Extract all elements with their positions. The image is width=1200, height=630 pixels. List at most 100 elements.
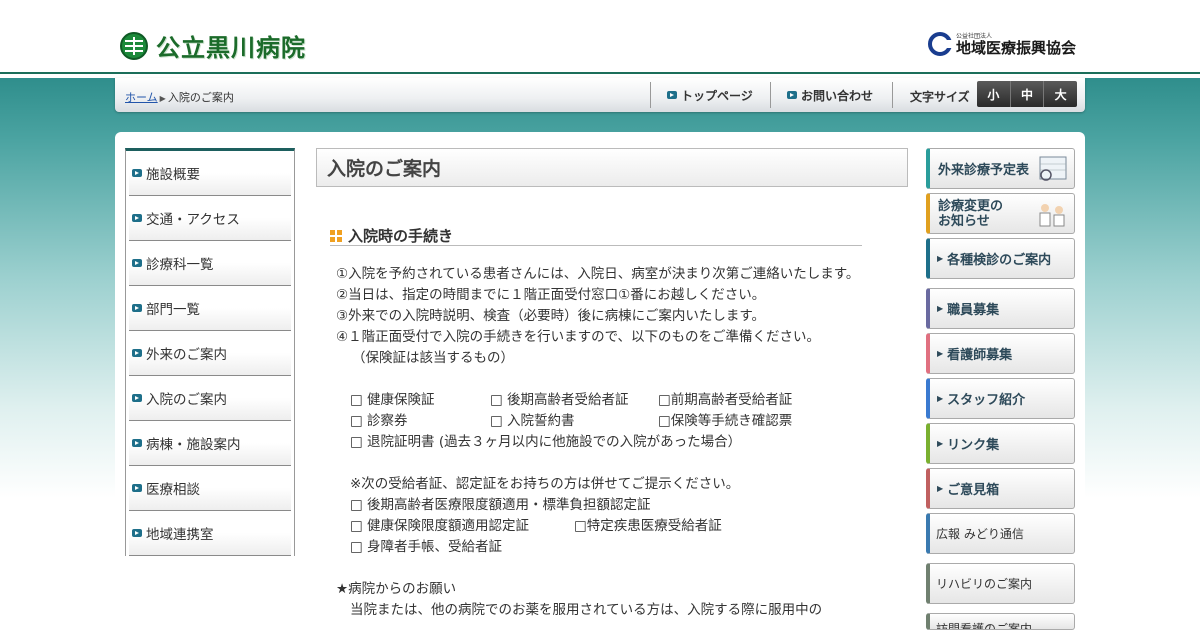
hospital-logo[interactable]: 公立黒川病院: [120, 28, 306, 63]
breadcrumb: ホーム ▶ 入院のご案内: [125, 89, 234, 105]
section-title: 入院時の手続き: [348, 227, 454, 245]
change-label-line1: 診療変更の: [938, 198, 1004, 214]
sidebar-item-regional[interactable]: 地域連携室: [129, 511, 291, 556]
step-3: ③外来での入院時説明、検査（必要時）後に病棟にご案内いたします。: [336, 308, 765, 324]
arrow-bullet-icon: [132, 484, 142, 492]
font-large-button[interactable]: 大: [1044, 81, 1077, 107]
schedule-banner[interactable]: 外来診療予定表: [926, 148, 1075, 189]
sidebar-item-label: 外来のご案内: [146, 347, 227, 363]
arrow-bullet-icon: [132, 214, 142, 222]
sidebar-item-departments[interactable]: 診療科一覧: [129, 241, 291, 286]
arrow-bullet-icon: [132, 349, 142, 357]
schedule-change-banner[interactable]: 診療変更の お知らせ: [926, 193, 1075, 234]
checkup-banner[interactable]: ▶ 各種検診のご案内: [926, 238, 1075, 279]
request-text: 当院または、他の病院でのお薬を服用されている方は、入院する際に服用中の: [350, 602, 823, 618]
top-page-label: トップページ: [681, 88, 753, 103]
sidebar-item-label: 入院のご案内: [146, 392, 227, 408]
newsletter-label: 広報 みどり通信: [936, 527, 1024, 541]
links-banner[interactable]: ▶ リンク集: [926, 423, 1075, 464]
rehab-label: リハビリのご案内: [936, 577, 1033, 591]
hospital-emblem-icon: [120, 31, 148, 60]
opinion-banner[interactable]: ▶ ご意見箱: [926, 468, 1075, 509]
step-1: ①入院を予約されている患者さんには、入院日、病室が決まり次第ご連絡いたします。: [336, 266, 860, 282]
org-name: 地域医療振興協会: [955, 38, 1076, 57]
arrow-bullet-icon: [132, 439, 142, 447]
stethoscope-icon: [1039, 156, 1067, 181]
sidebar-item-label: 施設概要: [146, 167, 200, 183]
contact-label: お問い合わせ: [801, 88, 874, 103]
triangle-bullet-icon: ▶: [937, 484, 944, 493]
sidebar-item-label: 交通・アクセス: [146, 212, 240, 228]
admission-procedure-text: ①入院を予約されている患者さんには、入院日、病室が決まり次第ご連絡いたします。 …: [336, 264, 866, 621]
contact-link[interactable]: お問い合わせ: [770, 82, 892, 108]
arrow-bullet-icon: [132, 259, 142, 267]
rehab-banner[interactable]: リハビリのご案内: [926, 563, 1075, 604]
newsletter-banner[interactable]: 広報 みどり通信: [926, 513, 1075, 554]
request-heading: ★病院からのお願い: [336, 581, 457, 597]
nurse-recruit-banner[interactable]: ▶ 看護師募集: [926, 333, 1075, 374]
sidebar-item-wards[interactable]: 病棟・施設案内: [129, 421, 291, 466]
visit-nursing-banner[interactable]: 訪問看護のご案内: [926, 613, 1075, 630]
doctors-icon: [1039, 204, 1065, 227]
opinion-label: ご意見箱: [947, 483, 1000, 498]
hospital-name: 公立黒川病院: [156, 34, 306, 62]
sidebar-item-admission[interactable]: 入院のご案内: [129, 376, 291, 421]
sidebar-menu: 施設概要 交通・アクセス 診療科一覧 部門一覧 外来のご案内 入院のご案内 病棟…: [125, 148, 295, 556]
sidebar-item-label: 診療科一覧: [146, 257, 214, 273]
font-small-button[interactable]: 小: [977, 81, 1011, 107]
sidebar-item-outpatient[interactable]: 外来のご案内: [129, 331, 291, 376]
staff-banner[interactable]: ▶ スタッフ紹介: [926, 378, 1075, 419]
check-item: □ 診察券: [350, 413, 408, 429]
arrow-bullet-icon: [132, 304, 142, 312]
sidebar-item-divisions[interactable]: 部門一覧: [129, 286, 291, 331]
check-item: □保険等手続き確認票: [658, 413, 793, 429]
triangle-bullet-icon: ▶: [937, 304, 944, 313]
font-medium-button[interactable]: 中: [1011, 81, 1045, 107]
check-item: □ 身障者手帳、受給者証: [350, 539, 503, 555]
triangle-bullet-icon: ▶: [937, 254, 944, 263]
sidebar-item-label: 部門一覧: [146, 302, 200, 318]
step-4: ④１階正面受付で入院の手続きを行いますので、以下のものをご準備ください。: [336, 329, 821, 345]
check-item: □ 後期高齢者受給者証: [490, 392, 629, 408]
org-emblem-icon: [927, 32, 954, 56]
recruit-banner[interactable]: ▶ 職員募集: [926, 288, 1075, 329]
visit-label: 訪問看護のご案内: [936, 622, 1033, 630]
arrow-bullet-icon: [787, 91, 797, 99]
check-item: □前期高齢者受給者証: [658, 392, 793, 408]
checklist-row: □ 健康保険限度額適用認定証 □特定疾患医療受給者証: [336, 516, 866, 537]
step-2: ②当日は、指定の時間までに１階正面受付窓口①番にお越しください。: [336, 287, 766, 303]
section-heading: 入院時の手続き: [330, 226, 862, 246]
org-logo[interactable]: 公益社団法人 地域医療振興協会: [927, 32, 1076, 57]
page-title: 入院のご案内: [316, 148, 908, 187]
schedule-label: 外来診療予定表: [938, 163, 1030, 178]
sidebar-item-label: 医療相談: [146, 482, 200, 498]
sidebar-item-consultation[interactable]: 医療相談: [129, 466, 291, 511]
check-item: □ 退院証明書 (過去３ヶ月以内に他施設での入院があった場合）: [350, 434, 742, 450]
step-4-note: （保険証は該当するもの）: [352, 350, 514, 366]
top-page-link[interactable]: トップページ: [650, 82, 770, 108]
main-content: 入院のご案内 入院時の手続き ①入院を予約されている患者さんには、入院日、病室が…: [316, 148, 908, 618]
checklist-row: □ 健康保険証 □ 後期高齢者受給者証 □前期高齢者受給者証: [336, 390, 866, 411]
arrow-bullet-icon: [132, 529, 142, 537]
breadcrumb-home-link[interactable]: ホーム: [125, 91, 158, 104]
staff-label: スタッフ紹介: [947, 393, 1026, 408]
grid-square-icon: [330, 229, 342, 242]
sidebar-item-access[interactable]: 交通・アクセス: [129, 196, 291, 241]
arrow-bullet-icon: [667, 91, 677, 99]
top-navbar: ホーム ▶ 入院のご案内 トップページ お問い合わせ 文字サイズ 小 中 大: [115, 78, 1085, 112]
arrow-bullet-icon: [132, 394, 142, 402]
change-label-line2: お知らせ: [938, 213, 990, 229]
checklist-row: □ 診察券 □ 入院誓約書 □保険等手続き確認票: [336, 411, 866, 432]
font-size-label: 文字サイズ: [910, 90, 970, 104]
check-item: □特定疾患医療受給者証: [574, 518, 722, 534]
sidebar-item-facility[interactable]: 施設概要: [129, 151, 291, 196]
certificate-note: ※次の受給者証、認定証をお持ちの方は併せてご提示ください。: [350, 476, 740, 492]
check-item: □ 後期高齢者医療限度額適用・標準負担額認定証: [350, 497, 651, 513]
breadcrumb-current: 入院のご案内: [167, 91, 234, 104]
triangle-bullet-icon: ▶: [937, 439, 944, 448]
font-size-selector: 小 中 大: [977, 81, 1077, 107]
nurse-label: 看護師募集: [947, 348, 1013, 363]
breadcrumb-arrow-icon: ▶: [159, 94, 166, 103]
arrow-bullet-icon: [132, 169, 142, 177]
check-item: □ 入院誓約書: [490, 413, 575, 429]
